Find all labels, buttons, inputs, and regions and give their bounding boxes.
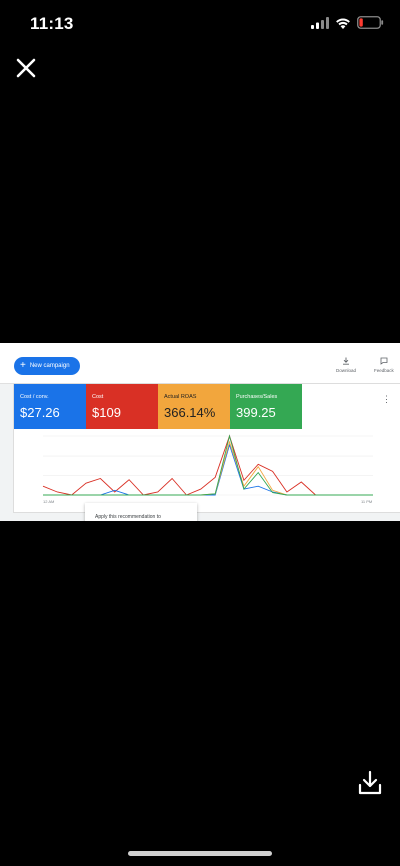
x-axis-start-label: 12 AM — [43, 499, 55, 504]
series-line-1 — [43, 443, 373, 496]
x-axis-end-label: 11 PM — [361, 499, 373, 504]
series-line-0 — [42, 434, 373, 496]
media-screenshot: + New campaign Download Feedback Cost / … — [0, 343, 400, 521]
download-label: Download — [336, 368, 357, 373]
series-line-3 — [43, 434, 373, 496]
feedback-icon — [380, 357, 388, 365]
feedback-button[interactable]: Feedback — [374, 357, 394, 373]
download-report-button[interactable]: Download — [336, 357, 356, 373]
battery-low-icon — [357, 16, 384, 29]
status-bar: 11:13 — [0, 0, 400, 48]
cellular-signal-icon — [311, 16, 329, 29]
download-button[interactable] — [358, 770, 382, 796]
new-campaign-label: New campaign — [29, 363, 70, 369]
metrics-card: Cost / conv. $27.26 Cost $109 Actual ROA… — [13, 383, 400, 513]
new-campaign-button[interactable]: + New campaign — [14, 357, 80, 375]
ads-toolbar: + New campaign Download Feedback — [0, 343, 400, 384]
download-small-icon — [343, 357, 349, 365]
close-icon — [16, 58, 36, 78]
feedback-label: Feedback — [374, 368, 394, 373]
status-time: 11:13 — [30, 14, 74, 33]
status-icons — [311, 16, 384, 29]
wifi-icon — [336, 18, 350, 29]
plus-icon: + — [20, 360, 26, 371]
recommendation-popup[interactable]: Apply this recommendation to — [85, 503, 197, 521]
performance-line-chart — [42, 434, 373, 496]
download-icon — [358, 770, 382, 795]
series-line-2 — [43, 440, 373, 496]
recommendation-text: Apply this recommendation to — [95, 514, 161, 520]
home-indicator — [128, 851, 272, 856]
close-button[interactable] — [14, 56, 38, 80]
